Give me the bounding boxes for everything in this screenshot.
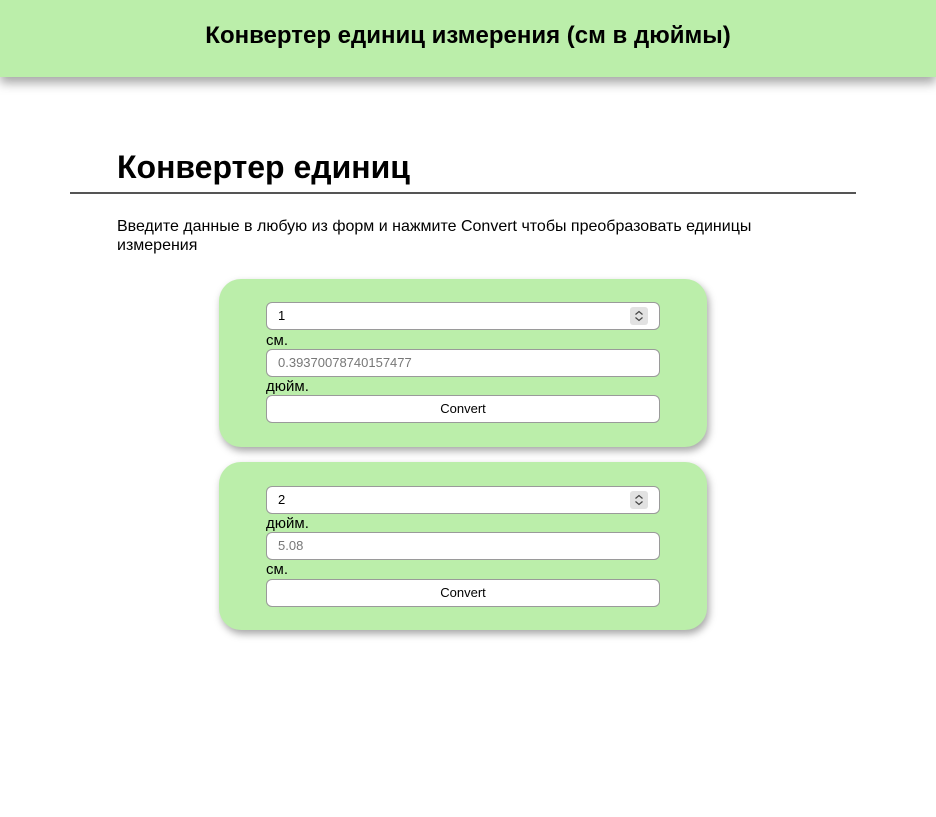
cm-input-value: 1 (278, 308, 286, 323)
cm-unit-label: см. (266, 561, 288, 578)
instructions-text: Введите данные в любую из форм и нажмите… (117, 218, 752, 254)
title-divider (70, 192, 856, 194)
cm-output-field[interactable]: 5.08 (266, 532, 660, 560)
cm-unit-label: см. (266, 332, 288, 349)
number-stepper[interactable] (630, 491, 648, 509)
inch-unit-label: дюйм. (266, 515, 309, 532)
cm-output-placeholder: 5.08 (278, 538, 304, 553)
up-down-chevron-icon (635, 310, 643, 322)
inch-number-input[interactable]: 2 (266, 486, 660, 514)
converter-card-inch-to-cm: 2 дюйм. 5.08 см. Convert (219, 462, 707, 630)
inch-input-value: 2 (278, 492, 286, 507)
convert-button-cm-to-inch[interactable]: Convert (266, 395, 660, 423)
banner-title: Конвертер единиц измерения (см в дюймы) (205, 22, 731, 49)
up-down-chevron-icon (635, 494, 643, 506)
cm-number-input[interactable]: 1 (266, 302, 660, 330)
inch-unit-label: дюйм. (266, 378, 309, 395)
inch-output-placeholder: 0.39370078740157477 (278, 355, 412, 370)
inch-output-field[interactable]: 0.39370078740157477 (266, 349, 660, 377)
converter-card-cm-to-inch: 1 см. 0.39370078740157477 дюйм. Convert (219, 279, 707, 447)
page-title: Конвертер единиц (117, 149, 410, 185)
convert-button-inch-to-cm[interactable]: Convert (266, 579, 660, 607)
top-banner: Конвертер единиц измерения (см в дюймы) (0, 0, 936, 77)
number-stepper[interactable] (630, 307, 648, 325)
